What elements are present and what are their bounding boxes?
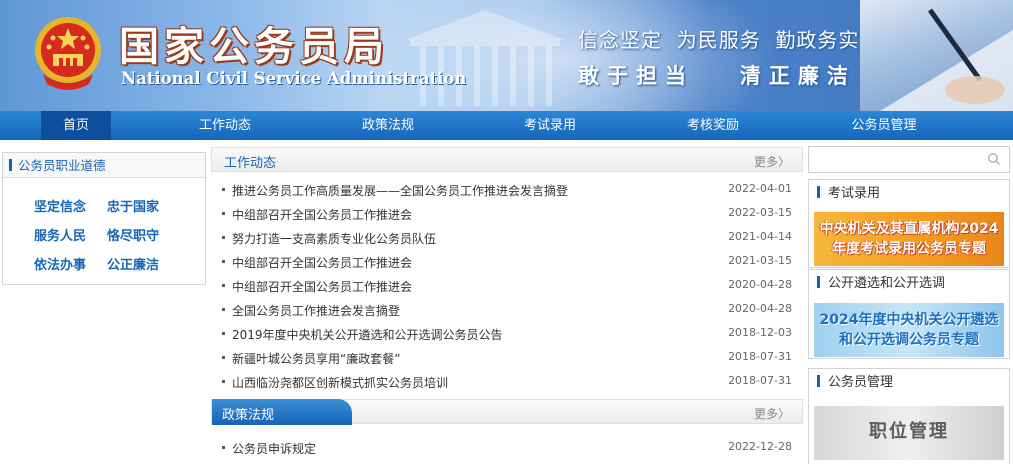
exam-banner-line-1: 中央机关及其直属机构2024 [819, 221, 999, 237]
news-date: 2018-07-31 [728, 374, 792, 387]
policy-date: 2022-12-28 [728, 440, 792, 453]
selection-panel-header: 公开遴选和公开选调 [809, 270, 1009, 297]
bullet-icon [222, 380, 225, 383]
news-item[interactable]: 新疆叶城公务员享用“廉政套餐” 2018-07-31 [220, 346, 792, 370]
news-title[interactable]: 山西临汾尧都区创新模式抓实公务员培训 [232, 374, 448, 391]
management-panel-header: 公务员管理 [809, 369, 1009, 396]
main-nav: 首页 工作动态 政策法规 考试录用 考核奖励 公务员管理 [0, 111, 1013, 140]
exam-banner-line-2: 年度考试录用公务员专题 [832, 241, 986, 257]
news-title[interactable]: 2019年度中央机关公开遴选和公开选调公务员公告 [232, 326, 503, 343]
nav-exam[interactable]: 考试录用 [510, 111, 590, 140]
search-icon[interactable] [987, 152, 1001, 166]
search-input[interactable] [808, 146, 1010, 173]
policy-section-title[interactable]: 政策法规 [222, 404, 274, 423]
news-title[interactable]: 新疆叶城公务员享用“廉政套餐” [232, 350, 400, 367]
slogan-line-1: 信念坚定 为民服务 勤政务实 [578, 28, 860, 52]
selection-panel: 公开遴选和公开选调 2024年度中央机关公开遴选 和公开选调公务员专题 [808, 269, 1010, 359]
news-item[interactable]: 中组部召开全国公务员工作推进会 2020-04-28 [220, 274, 792, 298]
news-date: 2022-03-15 [728, 206, 792, 219]
news-date: 2021-03-15 [728, 254, 792, 267]
bullet-icon [222, 332, 225, 335]
ethics-item[interactable]: 公正廉洁 [107, 254, 159, 273]
bullet-icon [222, 188, 225, 191]
policy-title[interactable]: 公务员申诉规定 [232, 440, 316, 457]
site-subtitle: National Civil Service Administration [121, 69, 467, 88]
policy-section-header: 政策法规 更多〉 [211, 399, 803, 425]
news-date: 2022-04-01 [728, 182, 792, 195]
pen-photo [860, 0, 1013, 111]
news-title[interactable]: 推进公务员工作高质量发展——全国公务员工作推进会发言摘登 [232, 182, 568, 199]
selection-panel-title[interactable]: 公开遴选和公开选调 [828, 276, 945, 291]
management-banner[interactable]: 职位管理 [814, 406, 1004, 460]
news-item[interactable]: 努力打造一支高素质专业化公务员队伍 2021-04-14 [220, 226, 792, 250]
bullet-icon [222, 308, 225, 311]
news-title[interactable]: 中组部召开全国公务员工作推进会 [232, 206, 412, 223]
news-date: 2021-04-14 [728, 230, 792, 243]
building-illustration [405, 10, 565, 106]
news-section-title[interactable]: 工作动态 [224, 152, 276, 171]
news-title[interactable]: 全国公务员工作推进会发言摘登 [232, 302, 400, 319]
selection-banner-line-2: 和公开选调公务员专题 [839, 332, 979, 348]
ethics-panel-header: 公务员职业道德 [3, 153, 205, 178]
nav-civil-servant-mgmt[interactable]: 公务员管理 [836, 111, 932, 140]
management-banner-label: 职位管理 [869, 421, 949, 442]
ethics-panel: 公务员职业道德 坚定信念 忠于国家 服务人民 恪尽职守 依法办事 公正廉洁 [2, 152, 206, 285]
ethics-panel-title: 公务员职业道德 [18, 158, 106, 173]
news-date: 2018-07-31 [728, 350, 792, 363]
news-item[interactable]: 2019年度中央机关公开遴选和公开选调公务员公告 2018-12-03 [220, 322, 792, 346]
bullet-icon [222, 236, 225, 239]
news-title[interactable]: 中组部召开全国公务员工作推进会 [232, 254, 412, 271]
ethics-item[interactable]: 坚定信念 [34, 196, 86, 215]
policy-item[interactable]: 公务员申诉规定 2022-12-28 [220, 436, 792, 460]
news-item[interactable]: 山西临汾尧都区创新模式抓实公务员培训 2018-07-31 [220, 370, 792, 394]
nav-assessment[interactable]: 考核奖励 [673, 111, 753, 140]
slogan-line-2: 敢于担当 清正廉洁 [578, 64, 856, 88]
bullet-icon [222, 260, 225, 263]
bullet-icon [222, 446, 225, 449]
nav-home[interactable]: 首页 [41, 111, 111, 140]
news-item[interactable]: 推进公务员工作高质量发展——全国公务员工作推进会发言摘登 2022-04-01 [220, 178, 792, 202]
news-title[interactable]: 努力打造一支高素质专业化公务员队伍 [232, 230, 436, 247]
exam-panel-header: 考试录用 [809, 180, 1009, 207]
selection-banner[interactable]: 2024年度中央机关公开遴选 和公开选调公务员专题 [814, 303, 1004, 357]
bullet-icon [222, 356, 225, 359]
bullet-icon [222, 284, 225, 287]
news-title[interactable]: 中组部召开全国公务员工作推进会 [232, 278, 412, 295]
heading-bar-icon [817, 276, 820, 288]
site-title: 国家公务员局 [119, 23, 389, 70]
bullet-icon [222, 212, 225, 215]
news-section-header: 工作动态 更多〉 [211, 147, 803, 172]
management-panel-title[interactable]: 公务员管理 [828, 375, 893, 390]
header-banner: 国家公务员局 National Civil Service Administra… [0, 0, 1013, 111]
news-item[interactable]: 中组部召开全国公务员工作推进会 2021-03-15 [220, 250, 792, 274]
selection-banner-line-1: 2024年度中央机关公开遴选 [819, 312, 999, 328]
news-date: 2020-04-28 [728, 278, 792, 291]
heading-bar-icon [9, 159, 12, 171]
news-item[interactable]: 全国公务员工作推进会发言摘登 2020-04-28 [220, 298, 792, 322]
nav-policy[interactable]: 政策法规 [348, 111, 428, 140]
exam-panel: 考试录用 中央机关及其直属机构2024 年度考试录用公务员专题 [808, 179, 1010, 268]
ethics-item[interactable]: 恪尽职守 [107, 225, 159, 244]
ethics-item[interactable]: 依法办事 [34, 254, 86, 273]
ethics-item[interactable]: 服务人民 [34, 225, 86, 244]
news-date: 2018-12-03 [728, 326, 792, 339]
policy-more-link[interactable]: 更多〉 [754, 405, 790, 422]
exam-panel-title[interactable]: 考试录用 [828, 186, 880, 201]
management-panel: 公务员管理 职位管理 [808, 368, 1010, 464]
nav-work-news[interactable]: 工作动态 [185, 111, 265, 140]
heading-bar-icon [817, 186, 820, 198]
national-emblem-icon [35, 17, 101, 90]
news-date: 2020-04-28 [728, 302, 792, 315]
news-item[interactable]: 中组部召开全国公务员工作推进会 2022-03-15 [220, 202, 792, 226]
ethics-item[interactable]: 忠于国家 [107, 196, 159, 215]
heading-bar-icon [817, 375, 820, 387]
news-more-link[interactable]: 更多〉 [754, 153, 790, 170]
exam-banner[interactable]: 中央机关及其直属机构2024 年度考试录用公务员专题 [814, 212, 1004, 266]
